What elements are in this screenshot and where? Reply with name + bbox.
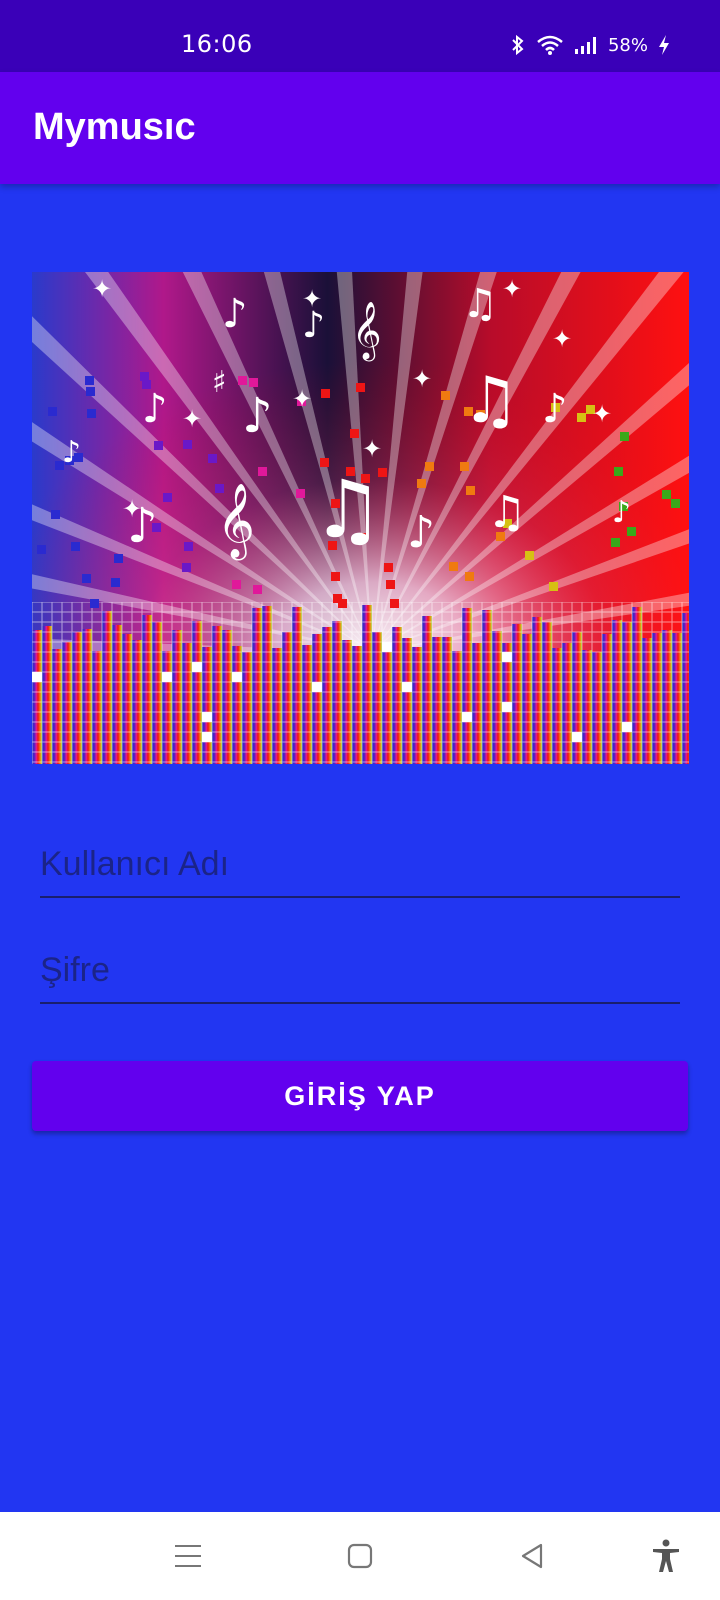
svg-text:✦: ✦	[412, 365, 432, 393]
svg-text:♫: ♫	[462, 281, 498, 327]
back-icon[interactable]	[510, 1534, 554, 1578]
svg-text:✦: ✦	[552, 325, 572, 353]
svg-text:♪: ♪	[222, 291, 248, 337]
svg-text:✦: ✦	[122, 495, 142, 523]
svg-text:♫: ♫	[312, 463, 384, 556]
username-field[interactable]	[40, 832, 680, 898]
svg-text:✦: ✦	[92, 275, 112, 303]
music-equalizer-illustration: ♪ ♪ 𝄞 ♫♯♪ ♪ ♫ ♪♪𝄞 ♫♪ ♪ ♫ ♪✦✦✦ ✦✦✦✦✦✦✦	[32, 272, 689, 764]
svg-text:♪: ♪	[542, 386, 568, 432]
svg-text:♪: ♪	[62, 435, 81, 470]
svg-text:✦: ✦	[292, 385, 312, 413]
status-time: 16:06	[181, 30, 253, 58]
password-field-container	[40, 938, 680, 1008]
bluetooth-icon	[510, 34, 526, 56]
menu-icon[interactable]	[166, 1534, 210, 1578]
svg-text:𝄞: 𝄞	[352, 301, 382, 362]
battery-charging-icon	[658, 34, 670, 56]
status-bar: 16:06 58%	[0, 0, 720, 72]
password-field[interactable]	[40, 938, 680, 1004]
status-icons: 58%	[510, 30, 670, 60]
battery-percent: 58%	[607, 34, 648, 56]
svg-text:♫: ♫	[487, 487, 526, 538]
svg-text:♯: ♯	[212, 365, 227, 400]
signal-icon	[574, 34, 598, 56]
accessibility-icon[interactable]	[644, 1534, 688, 1578]
svg-text:♪: ♪	[612, 495, 631, 530]
svg-text:✦: ✦	[182, 405, 202, 433]
svg-text:✦: ✦	[592, 400, 612, 428]
svg-text:✦: ✦	[302, 285, 322, 313]
svg-text:𝄞: 𝄞	[217, 484, 255, 561]
svg-text:♪: ♪	[407, 507, 435, 558]
login-button[interactable]: GİRİŞ YAP	[32, 1061, 688, 1131]
app-title: Mymusıc	[33, 106, 196, 148]
svg-text:♪: ♪	[142, 386, 168, 432]
svg-text:✦: ✦	[502, 275, 522, 303]
navigation-bar	[0, 1512, 720, 1600]
music-banner-image: ♪ ♪ 𝄞 ♫ ♯ ♪ ♪ ♫ ♪ ♪ 𝄞 ♫ ♪ ♪ ♫ ♪ ✦ ✦ ✦ ✦ ✦ ✦ ✦ ✦ ✦ ✦	[32, 272, 689, 764]
svg-text:♪: ♪	[242, 388, 273, 444]
wifi-icon	[536, 34, 564, 56]
home-icon[interactable]	[338, 1534, 382, 1578]
app-bar: Mymusıc	[0, 72, 720, 184]
username-field-container	[40, 832, 680, 902]
svg-text:✦: ✦	[362, 435, 382, 463]
svg-text:♫: ♫	[462, 364, 519, 438]
